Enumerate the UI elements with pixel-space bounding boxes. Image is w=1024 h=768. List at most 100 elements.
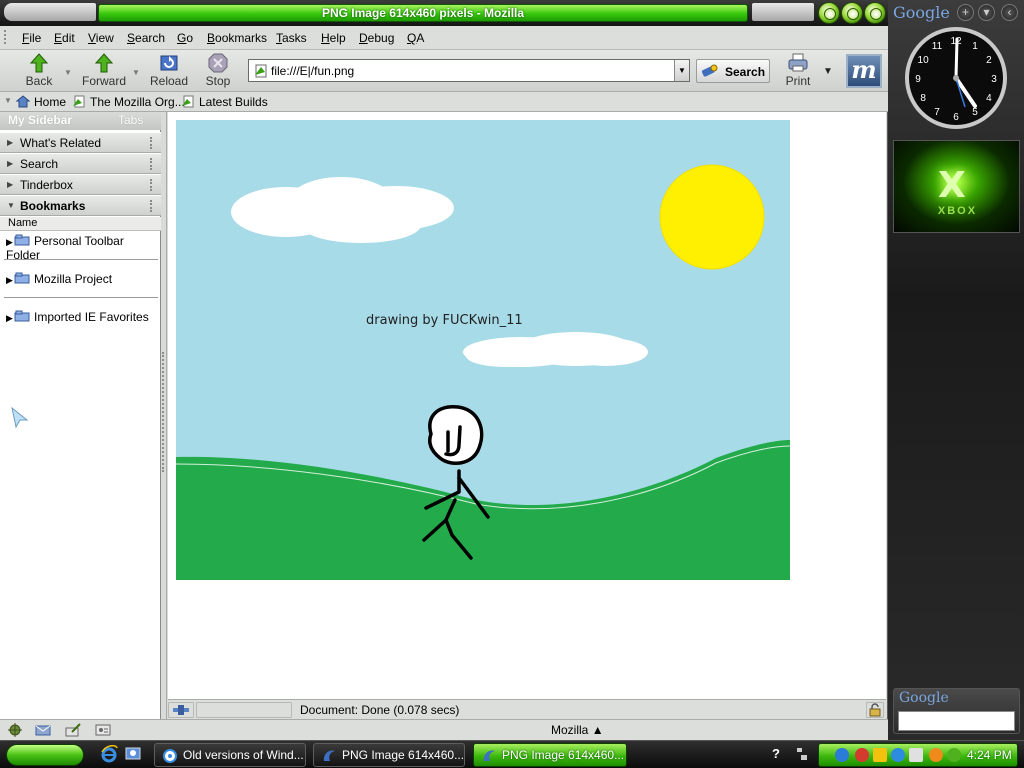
forward-history-dropdown[interactable]: ▼: [132, 68, 140, 77]
clock-numeral: 8: [920, 93, 926, 104]
sidebar-panel-tinderbox[interactable]: ▶ Tinderbox: [0, 174, 161, 195]
panel-label: Search: [20, 157, 59, 171]
twisty-icon[interactable]: ▶: [6, 275, 14, 286]
clock-numeral: 2: [986, 55, 992, 66]
latest-builds-label: Latest Builds: [199, 95, 268, 109]
taskbar-task-mozilla-1[interactable]: PNG Image 614x460...: [313, 743, 465, 767]
sidebar-header: My Sidebar Tabs: [0, 112, 161, 130]
tray-volume-icon[interactable]: [909, 748, 923, 762]
sidebar-close-button[interactable]: ‹: [1001, 4, 1018, 21]
taskbar: Old versions of Wind... PNG Image 614x46…: [0, 740, 1024, 768]
system-tray: 4:24 PM: [818, 743, 1018, 767]
start-button[interactable]: [6, 744, 84, 766]
maximize-button[interactable]: [841, 2, 863, 24]
menu-bar-grip[interactable]: [4, 30, 12, 44]
menu-help[interactable]: Help: [321, 31, 346, 45]
collapsed-arrow-icon: ▶: [7, 138, 14, 147]
panel-label: What's Related: [20, 136, 101, 150]
tray-shield-icon[interactable]: [873, 748, 887, 762]
back-label: Back: [25, 74, 53, 88]
menu-search[interactable]: Search: [127, 31, 165, 45]
clock-numeral: 4: [986, 93, 992, 104]
address-book-icon[interactable]: [94, 723, 112, 737]
google-logo[interactable]: Google: [893, 3, 950, 22]
sidebar-splitter[interactable]: [161, 112, 167, 719]
tray-update-icon[interactable]: [947, 748, 961, 762]
print-dropdown[interactable]: ▼: [823, 66, 833, 77]
mail-icon[interactable]: [34, 723, 52, 737]
search-icon: [701, 64, 718, 77]
personal-toolbar-grip[interactable]: ▼: [4, 96, 12, 105]
url-bar[interactable]: ▼: [248, 59, 690, 82]
twisty-icon[interactable]: ▶: [6, 237, 14, 248]
reload-button[interactable]: Reload: [150, 52, 188, 90]
navigator-icon[interactable]: [6, 723, 24, 737]
sidebar-menu-button[interactable]: ▾: [978, 4, 995, 21]
menu-view[interactable]: View: [88, 31, 114, 45]
bookmark-label: Imported IE Favorites: [34, 310, 149, 324]
mozilla-org-bookmark[interactable]: The Mozilla Org...: [72, 95, 185, 109]
xbox-picture-gadget[interactable]: X XBOX: [893, 140, 1020, 233]
url-input[interactable]: [271, 62, 666, 79]
sidebar-panel-search[interactable]: ▶ Search: [0, 153, 161, 174]
security-icon[interactable]: [866, 702, 884, 718]
sidebar-panel-whats-related[interactable]: ▶ What's Related: [0, 132, 161, 153]
help-icon[interactable]: ?: [772, 746, 788, 762]
tray-bluetooth-icon[interactable]: [891, 748, 905, 762]
back-button[interactable]: Back: [22, 52, 56, 90]
close-button[interactable]: [864, 2, 886, 24]
tray-search-icon[interactable]: [929, 748, 943, 762]
clock-numeral: 9: [915, 74, 921, 85]
sidebar-tabs-button[interactable]: Tabs: [118, 112, 143, 129]
menu-edit[interactable]: Edit: [54, 31, 75, 45]
component-bar-label[interactable]: Mozilla ▲: [551, 723, 604, 737]
menu-go[interactable]: Go: [177, 31, 193, 45]
printer-icon: [788, 53, 808, 72]
tray-network-icon[interactable]: [835, 748, 849, 762]
google-search-input[interactable]: [898, 711, 1015, 731]
add-gadget-button[interactable]: +: [957, 4, 974, 21]
twisty-icon[interactable]: ▶: [6, 313, 14, 324]
stop-button[interactable]: Stop: [202, 52, 234, 90]
home-bookmark[interactable]: Home: [16, 95, 66, 109]
url-history-dropdown[interactable]: ▼: [674, 60, 689, 81]
bookmarks-column-header[interactable]: Name: [0, 217, 161, 231]
composer-icon[interactable]: [64, 723, 82, 737]
mozilla-throbber-icon[interactable]: m: [846, 54, 882, 88]
menu-file[interactable]: File: [22, 31, 41, 45]
page-proxy-icon[interactable]: [254, 64, 268, 78]
tray-antivirus-icon[interactable]: [855, 748, 869, 762]
title-bar[interactable]: PNG Image 614x460 pixels - Mozilla: [0, 0, 888, 26]
task-label: PNG Image 614x460...: [502, 748, 625, 762]
taskbar-task-ie[interactable]: Old versions of Wind...: [154, 743, 306, 767]
show-desktop-icon[interactable]: [124, 745, 142, 763]
menu-debug[interactable]: Debug: [359, 31, 394, 45]
bookmark-folder[interactable]: ▶ Imported IE Favorites: [6, 310, 149, 324]
search-label: Search: [725, 65, 766, 79]
tray-collapse-icon[interactable]: [795, 746, 809, 762]
bookmark-separator: [4, 297, 158, 298]
print-label: Print: [785, 74, 811, 88]
forward-button[interactable]: Forward: [82, 52, 126, 90]
analog-clock-gadget[interactable]: 121234567891011: [903, 25, 1009, 131]
search-button[interactable]: Search: [696, 59, 770, 83]
back-history-dropdown[interactable]: ▼: [64, 68, 72, 77]
internet-explorer-icon[interactable]: [100, 745, 118, 763]
clock-numeral: 5: [972, 107, 978, 118]
taskbar-task-mozilla-2[interactable]: PNG Image 614x460...: [473, 743, 627, 767]
bookmark-folder[interactable]: ▶ Mozilla Project: [6, 272, 112, 286]
clock-numeral: 10: [918, 55, 930, 66]
sidebar-panel-bookmarks[interactable]: ▼ Bookmarks: [0, 195, 161, 216]
print-button[interactable]: Print: [782, 52, 814, 90]
minimize-button[interactable]: [818, 2, 840, 24]
menu-tasks[interactable]: Tasks: [276, 31, 307, 45]
menu-qa[interactable]: QA: [407, 31, 424, 45]
panel-grip: [150, 179, 156, 191]
menu-bookmarks[interactable]: Bookmarks: [207, 31, 267, 45]
sidebar-title: My Sidebar: [8, 113, 73, 127]
internet-explorer-icon: [163, 749, 177, 763]
bookmark-folder[interactable]: ▶ Personal Toolbar Folder: [6, 234, 160, 262]
latest-builds-bookmark[interactable]: Latest Builds: [181, 95, 268, 109]
online-status-icon[interactable]: [168, 702, 194, 718]
taskbar-clock[interactable]: 4:24 PM: [967, 748, 1012, 762]
